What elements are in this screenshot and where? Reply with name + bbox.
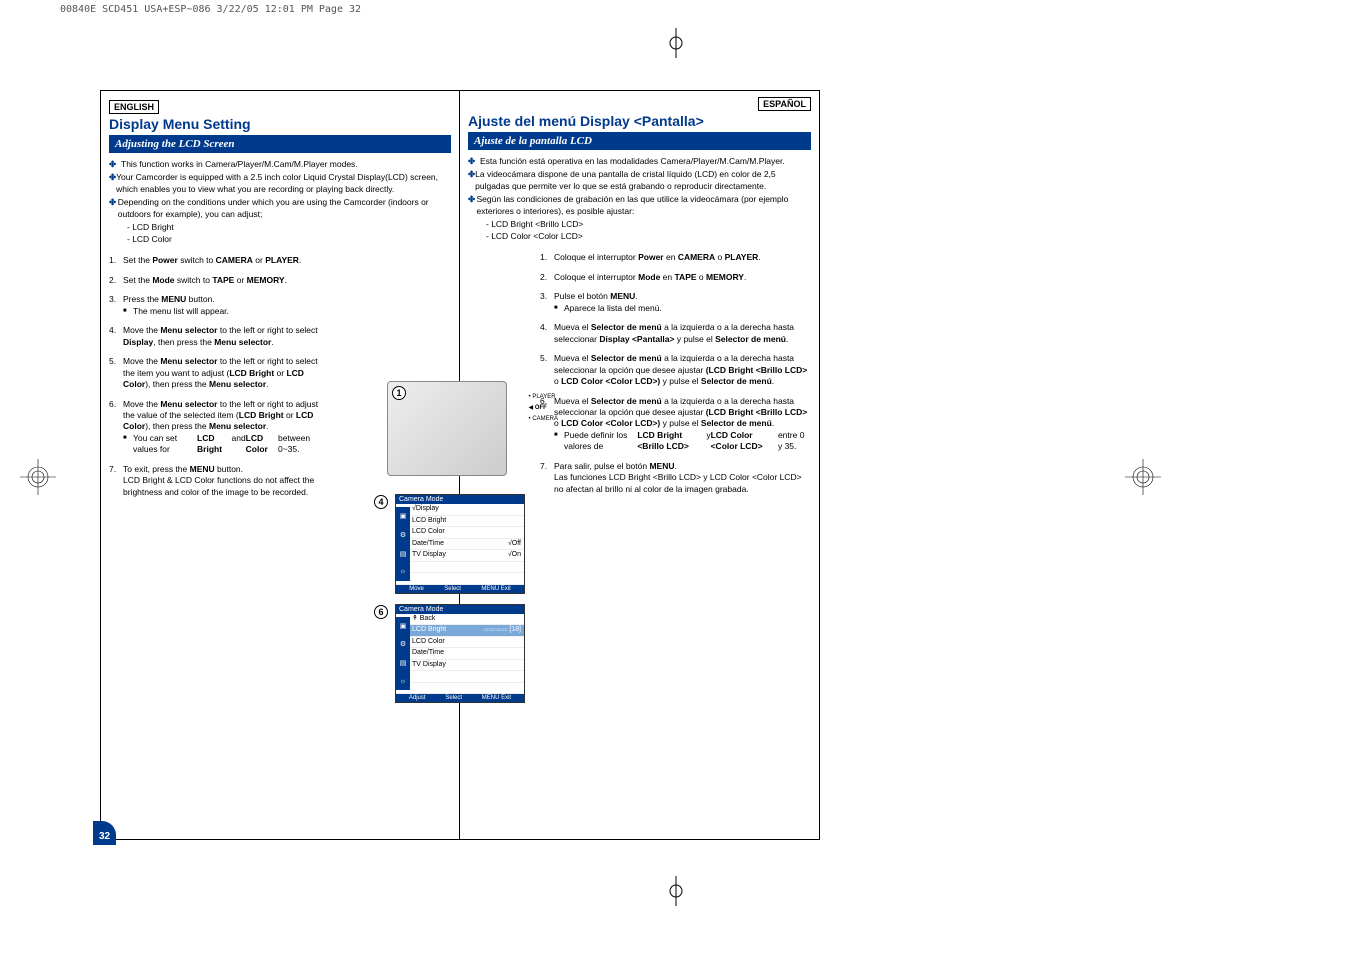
menu-row: LCD Bright▭▭▭▭▭ [18] (396, 625, 524, 637)
menu4-foot-move: Move (409, 586, 424, 592)
callout-4: 4 (374, 495, 388, 509)
step: 3.Press the MENU button.The menu list wi… (109, 294, 321, 317)
step: 3.Pulse el botón MENU.Aparece la lista d… (540, 291, 811, 314)
intro-en-0: This function works in Camera/Player/M.C… (121, 159, 358, 170)
step: 2.Set the Mode switch to TAPE or MEMORY. (109, 275, 321, 286)
callout-1: 1 (392, 386, 406, 400)
registration-mark-right (1125, 459, 1161, 495)
step: 7.Para salir, pulse el botón MENU.Las fu… (540, 461, 811, 495)
intro-en: ✤This function works in Camera/Player/M.… (109, 159, 451, 245)
menu-row: LCD Color (396, 527, 524, 539)
menu-row: Date/Time√Off (396, 539, 524, 551)
dial-off: OFF (535, 405, 547, 411)
menu6-foot-select: Select (445, 695, 462, 701)
menu-row: Date/Time (396, 648, 524, 660)
crop-mark-top (661, 28, 691, 58)
menu4-rows: √DisplayLCD BrightLCD ColorDate/Time√Off… (396, 504, 524, 585)
dial-camera: CAMERA (532, 416, 558, 422)
intro-es-sub-1: - LCD Color <Color LCD> (486, 231, 811, 242)
figure-menu-6: 6 ▣⚙▤☼ Camera Mode ↟ BackLCD Bright▭▭▭▭▭… (395, 604, 525, 704)
intro-es: ✤Esta función está operativa en las moda… (468, 156, 811, 242)
intro-en-sub-1: - LCD Color (127, 234, 451, 245)
intro-en-sub-0: - LCD Bright (127, 222, 451, 233)
figures: 1 • PLAYER ◀ OFF • CAMERA 4 ▣⚙▤☼ Camera … (369, 381, 559, 713)
menu-row: TV Display√On (396, 550, 524, 562)
dial-labels: • PLAYER ◀ OFF • CAMERA (529, 392, 558, 424)
menu4-title: Camera Mode (396, 495, 524, 504)
step: 6.Move the Menu selector to the left or … (109, 399, 321, 456)
subtitle-es: Ajuste de la pantalla LCD (468, 132, 811, 150)
step: 4.Mueva el Selector de menú a la izquier… (540, 322, 811, 345)
lang-badge-es: ESPAÑOL (758, 97, 811, 111)
figure-menu-4: 4 ▣⚙▤☼ Camera Mode √DisplayLCD BrightLCD… (395, 494, 525, 594)
step: 5.Move the Menu selector to the left or … (109, 356, 321, 390)
callout-6: 6 (374, 605, 388, 619)
step: 1.Coloque el interruptor Power en CAMERA… (540, 252, 811, 263)
intro-en-1: Your Camcorder is equipped with a 2.5 in… (116, 172, 451, 195)
print-header: 00840E SCD451 USA+ESP~086 3/22/05 12:01 … (60, 4, 361, 15)
title-es: Ajuste del menú Display <Pantalla> (468, 113, 811, 129)
step: 4.Move the Menu selector to the left or … (109, 325, 321, 348)
manual-page: ENGLISH Display Menu Setting Adjusting t… (100, 90, 820, 840)
crop-mark-bottom (661, 876, 691, 906)
menu-row: LCD Color (396, 637, 524, 649)
subtitle-en: Adjusting the LCD Screen (109, 135, 451, 153)
menu6-footer: Adjust Select MENU Exit (396, 694, 524, 702)
page-number: 32 (93, 821, 116, 845)
step: 7.To exit, press the MENU button.LCD Bri… (109, 464, 321, 498)
intro-en-2: Depending on the conditions under which … (118, 197, 451, 220)
title-en: Display Menu Setting (109, 116, 451, 132)
menu4-foot-select: Select (444, 586, 461, 592)
menu4-footer: Move Select MENU Exit (396, 585, 524, 593)
registration-mark-left (20, 459, 56, 495)
dial-player: PLAYER (532, 394, 555, 400)
menu4-foot-exit: Exit (501, 586, 511, 592)
menu-row: ↟ Back (396, 614, 524, 626)
intro-es-2: Según las condiciones de grabación en la… (477, 194, 812, 217)
step: 5.Mueva el Selector de menú a la izquier… (540, 353, 811, 387)
menu6-title: Camera Mode (396, 605, 524, 614)
menu-row: √Display (396, 504, 524, 516)
step: 1.Set the Power switch to CAMERA or PLAY… (109, 255, 321, 266)
menu6-rows: ↟ BackLCD Bright▭▭▭▭▭ [18]LCD ColorDate/… (396, 614, 524, 695)
intro-es-0: Esta función está operativa en las modal… (480, 156, 785, 167)
lang-badge-en: ENGLISH (109, 100, 159, 114)
menu-row: TV Display (396, 660, 524, 672)
step: 2.Coloque el interruptor Mode en TAPE o … (540, 272, 811, 283)
menu6-foot-adjust: Adjust (409, 695, 426, 701)
figure-power-switch: 1 • PLAYER ◀ OFF • CAMERA (387, 381, 507, 476)
menu6-foot-exit: Exit (501, 695, 511, 701)
step: 6.Mueva el Selector de menú a la izquier… (540, 396, 811, 453)
intro-es-sub-0: - LCD Bright <Brillo LCD> (486, 219, 811, 230)
intro-es-1: La videocámara dispone de una pantalla d… (475, 169, 811, 192)
menu-row: LCD Bright (396, 516, 524, 528)
